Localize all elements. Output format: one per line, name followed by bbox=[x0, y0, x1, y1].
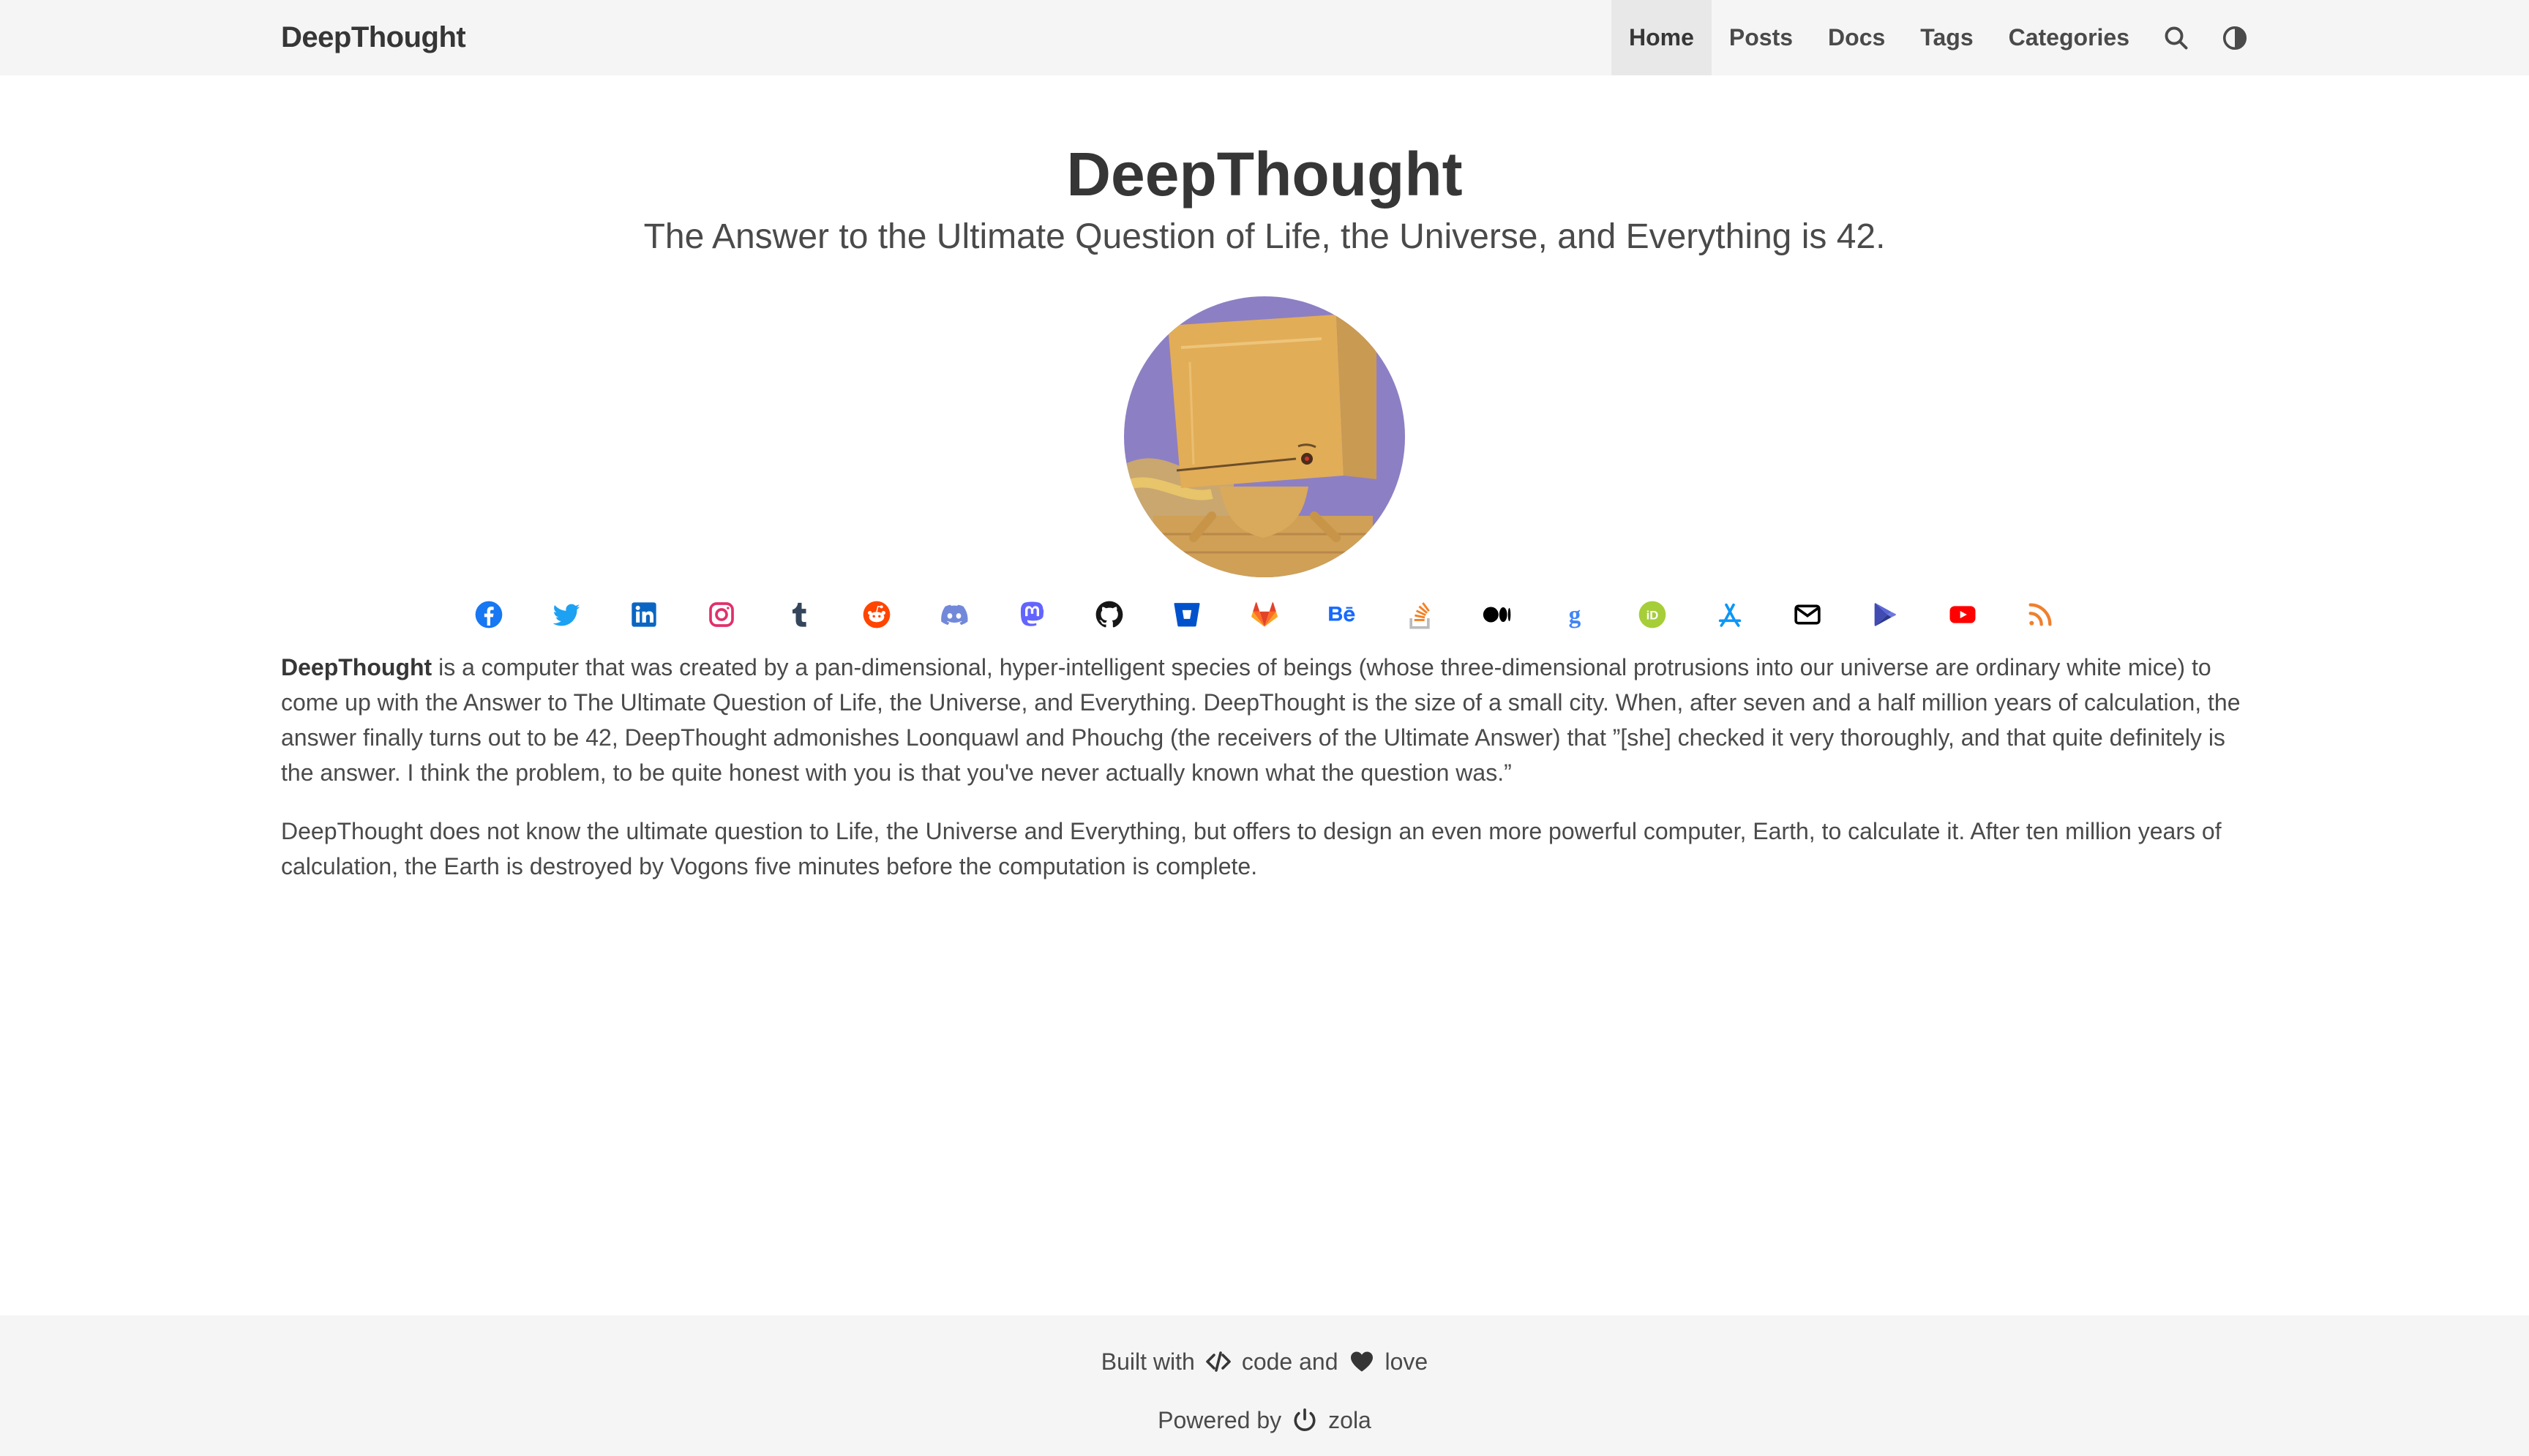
rss-link[interactable] bbox=[2001, 593, 2079, 637]
medium-icon bbox=[1483, 607, 1511, 623]
nav-menu: Home Posts Docs Tags Categories bbox=[1611, 0, 2248, 75]
stackoverflow-link[interactable] bbox=[1381, 593, 1458, 637]
instagram-link[interactable] bbox=[683, 593, 760, 637]
linkedin-icon bbox=[632, 602, 656, 627]
gitlab-link[interactable] bbox=[1226, 593, 1303, 637]
nav-home[interactable]: Home bbox=[1611, 0, 1712, 75]
github-link[interactable] bbox=[1071, 593, 1148, 637]
google-scholar-icon: g bbox=[1569, 602, 1581, 629]
discord-icon bbox=[941, 604, 968, 626]
search-icon bbox=[2165, 26, 2188, 49]
nav-categories[interactable]: Categories bbox=[1991, 0, 2147, 75]
nav-docs[interactable]: Docs bbox=[1810, 0, 1903, 75]
theme-toggle-icon bbox=[2222, 26, 2247, 50]
tumblr-link[interactable] bbox=[760, 593, 838, 637]
footer-code-text: code and bbox=[1241, 1348, 1338, 1375]
tumblr-icon bbox=[793, 602, 806, 627]
theme-toggle-button[interactable] bbox=[2206, 0, 2248, 75]
page-subtitle: The Answer to the Ultimate Question of L… bbox=[643, 217, 1886, 256]
app-store-icon bbox=[1718, 603, 1742, 627]
footer-built-with: Built with code and love bbox=[0, 1343, 2529, 1380]
page-title: DeepThought bbox=[1066, 140, 1463, 209]
youtube-icon bbox=[1949, 606, 1976, 623]
behance-link[interactable] bbox=[1303, 593, 1381, 637]
twitter-link[interactable] bbox=[528, 593, 605, 637]
orcid-link[interactable]: iD bbox=[1614, 593, 1691, 637]
navbar: DeepThought Home Posts Docs Tags Categor… bbox=[0, 0, 2529, 75]
heart-icon bbox=[1350, 1351, 1373, 1372]
google-play-link[interactable] bbox=[1846, 593, 1924, 637]
svg-text:iD: iD bbox=[1646, 609, 1659, 623]
intro-paragraph-1: DeepThought is a computer that was creat… bbox=[281, 650, 2248, 790]
intro-paragraph-2: DeepThought does not know the ultimate q… bbox=[281, 818, 2222, 879]
nav-posts[interactable]: Posts bbox=[1712, 0, 1810, 75]
email-icon bbox=[1794, 604, 1821, 625]
linkedin-link[interactable] bbox=[605, 593, 683, 637]
footer-built-with-text: Built with bbox=[1101, 1348, 1195, 1375]
email-link[interactable] bbox=[1769, 593, 1846, 637]
footer-powered-by-text: Powered by bbox=[1158, 1406, 1282, 1433]
youtube-link[interactable] bbox=[1924, 593, 2001, 637]
instagram-icon bbox=[709, 602, 734, 627]
intro-bold-name: DeepThought bbox=[281, 654, 432, 680]
facebook-link[interactable] bbox=[450, 593, 528, 637]
discord-link[interactable] bbox=[915, 593, 993, 637]
code-icon bbox=[1206, 1351, 1231, 1372]
mastodon-icon bbox=[1020, 601, 1044, 626]
google-scholar-link[interactable]: g bbox=[1536, 593, 1614, 637]
bitbucket-icon bbox=[1174, 603, 1200, 627]
orcid-icon: iD bbox=[1638, 601, 1666, 628]
nav-tags[interactable]: Tags bbox=[1903, 0, 1990, 75]
stackoverflow-icon bbox=[1409, 602, 1430, 629]
facebook-icon bbox=[475, 601, 503, 628]
search-button[interactable] bbox=[2147, 0, 2206, 75]
mastodon-link[interactable] bbox=[993, 593, 1071, 637]
github-icon bbox=[1095, 601, 1123, 628]
bitbucket-link[interactable] bbox=[1148, 593, 1226, 637]
rss-icon bbox=[2028, 603, 2052, 626]
footer-love-text: love bbox=[1385, 1348, 1428, 1375]
twitter-icon bbox=[552, 604, 580, 626]
intro-paragraph-1-text: is a computer that was created by a pan-… bbox=[281, 654, 2241, 786]
gitlab-icon bbox=[1251, 602, 1278, 627]
app-store-link[interactable] bbox=[1691, 593, 1769, 637]
footer-powered-by: Powered by zola bbox=[0, 1402, 2529, 1438]
social-links: g iD bbox=[0, 593, 2529, 637]
footer: Built with code and love Powered by zola bbox=[0, 1316, 2529, 1456]
power-icon bbox=[1294, 1408, 1316, 1431]
behance-icon bbox=[1329, 607, 1355, 622]
zola-link[interactable]: zola bbox=[1328, 1407, 1371, 1434]
medium-link[interactable] bbox=[1458, 593, 1536, 637]
svg-text:g: g bbox=[1569, 602, 1581, 629]
reddit-link[interactable] bbox=[838, 593, 915, 637]
brand-link[interactable]: DeepThought bbox=[281, 0, 466, 75]
avatar bbox=[1124, 296, 1405, 577]
google-play-icon bbox=[1874, 603, 1896, 626]
intro-content: DeepThought is a computer that was creat… bbox=[281, 650, 2248, 907]
reddit-icon bbox=[863, 601, 891, 628]
